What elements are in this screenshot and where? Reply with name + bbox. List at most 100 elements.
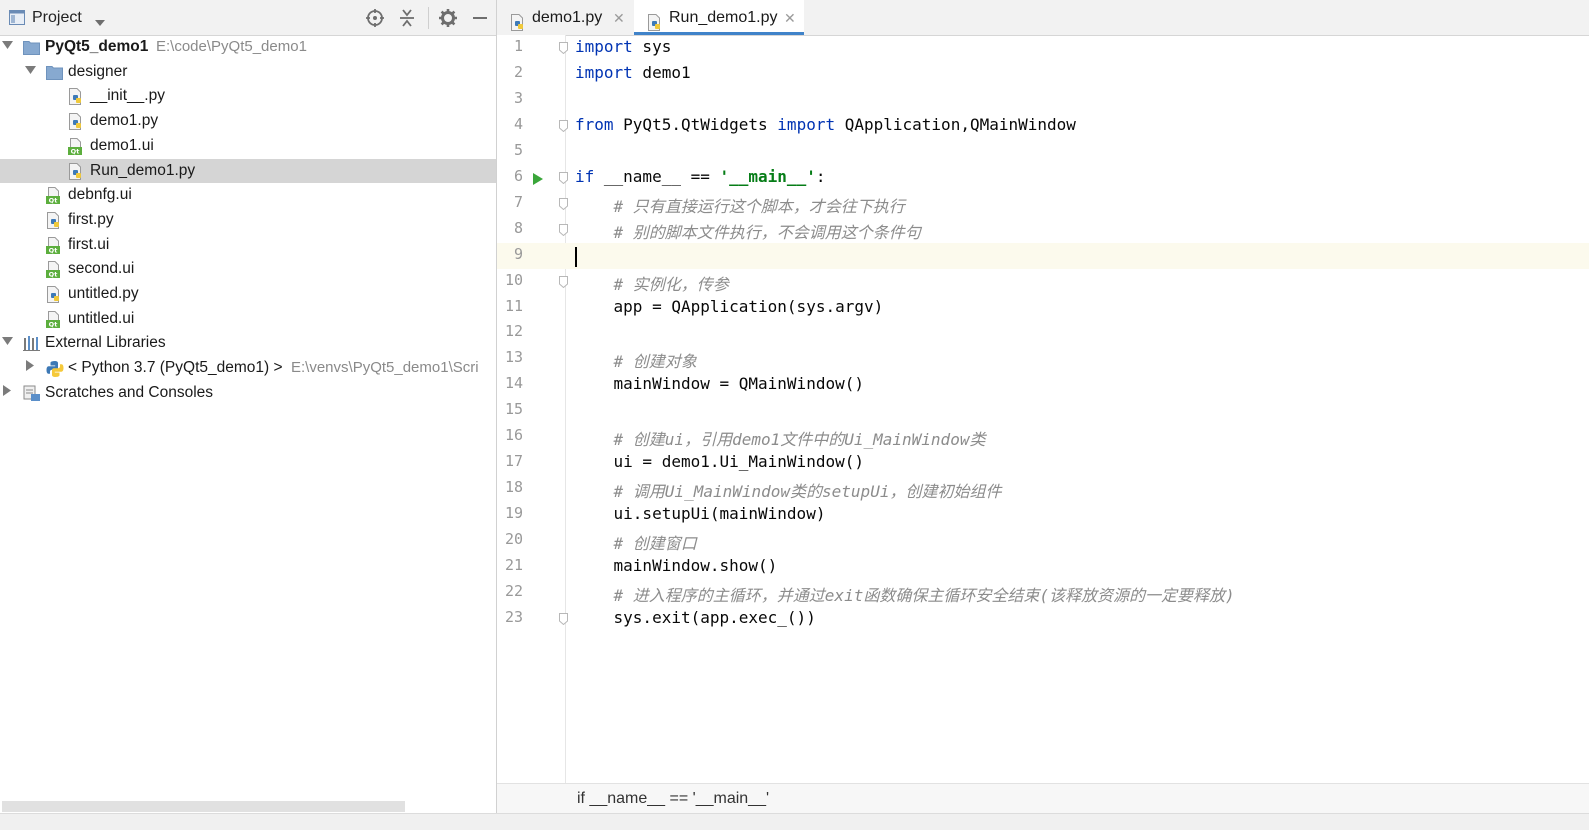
close-icon[interactable]: ✕ bbox=[613, 0, 625, 36]
tree-item[interactable]: untitled.py bbox=[0, 282, 496, 306]
fold-marker-icon[interactable] bbox=[559, 612, 568, 626]
folder-icon bbox=[23, 39, 40, 56]
tree-item-label: demo1.ui bbox=[90, 136, 154, 154]
code-text: sys.exit(app.exec_()) bbox=[575, 607, 816, 627]
tree-item-label: second.ui bbox=[68, 260, 135, 278]
code-line[interactable]: 15 bbox=[497, 398, 1589, 424]
tree-item-label: untitled.ui bbox=[68, 309, 135, 327]
fold-marker-icon[interactable] bbox=[559, 223, 568, 236]
tree-item[interactable]: __init__.py bbox=[0, 84, 496, 108]
python-file-icon bbox=[46, 211, 62, 229]
svg-text:Qt: Qt bbox=[71, 147, 80, 155]
tree-item-label: Run_demo1.py bbox=[90, 161, 196, 179]
horizontal-scrollbar[interactable] bbox=[2, 801, 405, 812]
tree-item-label: untitled.py bbox=[68, 285, 139, 302]
code-line[interactable]: 17 ui = demo1.Ui_MainWindow() bbox=[497, 450, 1589, 476]
breadcrumb[interactable]: if __name__ == '__main__' bbox=[577, 790, 769, 808]
tree-item[interactable]: Qt debnfg.ui bbox=[0, 183, 496, 207]
tree-item-label: < Python 3.7 (PyQt5_demo1) > bbox=[68, 359, 283, 377]
code-line[interactable]: 20 # 创建窗口 bbox=[497, 528, 1589, 554]
code-line[interactable]: 23 sys.exit(app.exec_()) bbox=[497, 606, 1589, 632]
qt-ui-file-icon: Qt bbox=[46, 187, 62, 205]
editor-tab[interactable]: demo1.py ✕ bbox=[497, 0, 633, 35]
run-icon[interactable] bbox=[533, 172, 543, 190]
code-line[interactable]: 11 app = QApplication(sys.argv) bbox=[497, 295, 1589, 321]
line-number: 23 bbox=[504, 607, 523, 626]
line-number: 12 bbox=[504, 322, 523, 341]
line-number: 7 bbox=[513, 192, 523, 211]
fold-marker-icon[interactable] bbox=[559, 197, 568, 210]
scratches-icon bbox=[23, 385, 40, 402]
tree-item[interactable]: Qt untitled.ui bbox=[0, 307, 496, 331]
tree-item[interactable]: Qt second.ui bbox=[0, 257, 496, 281]
code-line[interactable]: 4 from PyQt5.QtWidgets import QApplicatio… bbox=[497, 113, 1589, 139]
code-line[interactable]: 3 bbox=[497, 87, 1589, 113]
project-panel: Project PyQt5_demo1 E:\code\PyQt5_demo1 de… bbox=[0, 0, 497, 829]
expand-arrow-icon[interactable] bbox=[2, 35, 13, 59]
line-number: 16 bbox=[504, 426, 523, 445]
line-number: 2 bbox=[513, 62, 523, 81]
close-icon[interactable]: ✕ bbox=[784, 0, 796, 36]
code-line[interactable]: 14 mainWindow = QMainWindow() bbox=[497, 372, 1589, 398]
project-header: Project bbox=[0, 0, 496, 36]
library-icon bbox=[23, 335, 40, 352]
collapsed-arrow-icon[interactable] bbox=[2, 381, 12, 405]
code-line[interactable]: 13 # 创建对象 bbox=[497, 346, 1589, 372]
code-line[interactable]: 2 import demo1 bbox=[497, 61, 1589, 87]
code-line[interactable]: 6 if __name__ == '__main__': bbox=[497, 165, 1589, 191]
code-text: import demo1 bbox=[575, 62, 691, 82]
line-number: 17 bbox=[504, 452, 523, 471]
code-line[interactable]: 9 bbox=[497, 242, 1589, 269]
collapse-icon[interactable] bbox=[397, 8, 417, 28]
line-number: 14 bbox=[504, 374, 523, 393]
code-line[interactable]: 10 # 实例化，传参 bbox=[497, 269, 1589, 295]
code-line[interactable]: 16 # 创建ui，引用demo1文件中的Ui_MainWindow类 bbox=[497, 424, 1589, 450]
python-logo-icon bbox=[46, 360, 64, 378]
locate-icon[interactable] bbox=[365, 8, 385, 28]
project-title[interactable]: Project bbox=[32, 9, 82, 27]
tree-item[interactable]: designer bbox=[0, 60, 496, 84]
svg-text:Qt: Qt bbox=[49, 271, 58, 279]
tree-item[interactable]: first.py bbox=[0, 208, 496, 232]
expand-arrow-icon[interactable] bbox=[25, 60, 36, 84]
code-line[interactable]: 5 bbox=[497, 139, 1589, 165]
svg-text:Qt: Qt bbox=[49, 197, 58, 205]
fold-marker-icon[interactable] bbox=[559, 275, 568, 288]
qt-ui-file-icon: Qt bbox=[46, 261, 62, 279]
code-line[interactable]: 12 bbox=[497, 320, 1589, 346]
code-line[interactable]: 8 # 别的脚本文件执行，不会调用这个条件句 bbox=[497, 217, 1589, 243]
code-area[interactable]: 1 import sys 2 import demo1 3 4 from PyQt5.QtW… bbox=[497, 35, 1589, 783]
chevron-down-icon[interactable] bbox=[95, 14, 105, 32]
code-line[interactable]: 18 # 调用Ui_MainWindow类的setupUi，创建初始组件 bbox=[497, 476, 1589, 502]
line-number: 10 bbox=[504, 270, 523, 289]
tree-item[interactable]: Qt demo1.ui bbox=[0, 134, 496, 158]
line-number: 21 bbox=[504, 556, 523, 574]
tree-item[interactable]: < Python 3.7 (PyQt5_demo1) > E:\venvs\PyQ… bbox=[0, 356, 496, 380]
code-line[interactable]: 21 mainWindow.show() bbox=[497, 554, 1589, 580]
minimize-icon[interactable] bbox=[470, 8, 490, 28]
expand-arrow-icon[interactable] bbox=[2, 331, 13, 355]
tree-item[interactable]: PyQt5_demo1 E:\code\PyQt5_demo1 bbox=[0, 35, 496, 59]
tree-item[interactable]: Qt first.ui bbox=[0, 233, 496, 257]
tree-item[interactable]: Run_demo1.py bbox=[0, 158, 496, 183]
tree-item-label: first.ui bbox=[68, 235, 110, 253]
editor-tab[interactable]: Run_demo1.py ✕ bbox=[634, 0, 804, 35]
tree-item-path: E:\venvs\PyQt5_demo1\Scri bbox=[291, 359, 479, 377]
gear-icon[interactable] bbox=[438, 8, 458, 28]
tree-item[interactable]: External Libraries bbox=[0, 331, 496, 355]
tree-item[interactable]: demo1.py bbox=[0, 109, 496, 133]
line-number: 9 bbox=[513, 244, 523, 263]
collapsed-arrow-icon[interactable] bbox=[25, 356, 35, 380]
code-text: # 创建对象 bbox=[613, 352, 697, 372]
code-line[interactable]: 22 # 进入程序的主循环，并通过exit函数确保主循环安全结束(该释放资源的一… bbox=[497, 580, 1589, 606]
code-line[interactable]: 7 # 只有直接运行这个脚本，才会往下执行 bbox=[497, 191, 1589, 217]
tab-label: demo1.py bbox=[532, 9, 603, 26]
fold-marker-icon[interactable] bbox=[559, 171, 568, 184]
line-number: 8 bbox=[513, 218, 523, 237]
fold-marker-icon[interactable] bbox=[559, 119, 568, 133]
code-line[interactable]: 1 import sys bbox=[497, 35, 1589, 61]
code-text: # 创建窗口 bbox=[613, 534, 697, 554]
fold-marker-icon[interactable] bbox=[559, 41, 568, 55]
code-line[interactable]: 19 ui.setupUi(mainWindow) bbox=[497, 502, 1589, 528]
tree-item[interactable]: Scratches and Consoles bbox=[0, 381, 496, 405]
